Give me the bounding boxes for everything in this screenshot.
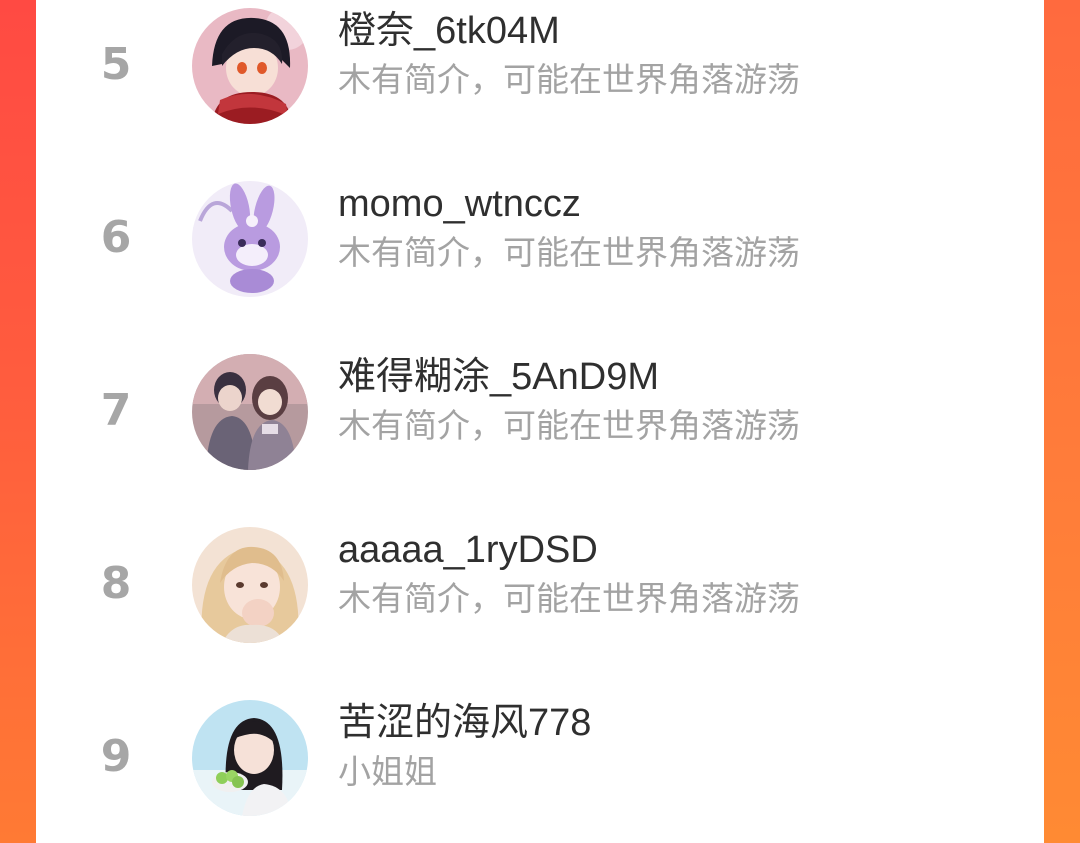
girl-with-grapes-avatar[interactable]	[192, 700, 308, 816]
blonde-girl-selfie-avatar[interactable]	[192, 527, 308, 643]
user-bio: 木有简介，可能在世界角落游荡	[338, 407, 800, 444]
user-bio: 木有简介，可能在世界角落游荡	[338, 61, 800, 98]
list-item[interactable]: 5 橙奈_6tk04M 木有简介，可能在世界角落游荡	[36, 8, 1044, 138]
anime-couple-avatar[interactable]	[192, 354, 308, 470]
list-item[interactable]: 7 难得糊涂_5AnD9M 木有简介，可能在世界角落游荡	[36, 354, 1044, 484]
user-bio: 木有简介，可能在世界角落游荡	[338, 580, 800, 617]
list-item[interactable]: 8 aaaaa_1ryDSD 木有简介，可能在世界角落游荡	[36, 527, 1044, 657]
user-bio: 木有简介，可能在世界角落游荡	[338, 234, 800, 271]
rank-number: 9	[100, 731, 132, 782]
rank-number: 8	[100, 558, 132, 609]
rank-number: 5	[100, 39, 132, 90]
username[interactable]: 苦涩的海风778	[338, 700, 591, 746]
username[interactable]: momo_wtnccz	[338, 181, 581, 227]
username[interactable]: aaaaa_1ryDSD	[338, 527, 598, 573]
rank-number: 6	[100, 212, 132, 263]
username[interactable]: 难得糊涂_5AnD9M	[338, 354, 659, 400]
purple-bunny-avatar[interactable]	[192, 181, 308, 297]
rank-number: 7	[100, 385, 132, 436]
list-item[interactable]: 6 momo_wtnccz 木有简介，可能在世界角落游荡	[36, 181, 1044, 311]
user-bio: 小姐姐	[338, 753, 437, 790]
username[interactable]: 橙奈_6tk04M	[338, 8, 560, 54]
ranking-list-panel: 5 橙奈_6tk04M 木有简介，可能在世界角落游荡 6 momo_wtnccz…	[36, 0, 1044, 843]
background-right-edge	[1044, 0, 1080, 843]
list-item[interactable]: 9 苦涩的海风778 小姐姐	[36, 700, 1044, 830]
anime-boy-red-scarf-avatar[interactable]	[192, 8, 308, 124]
